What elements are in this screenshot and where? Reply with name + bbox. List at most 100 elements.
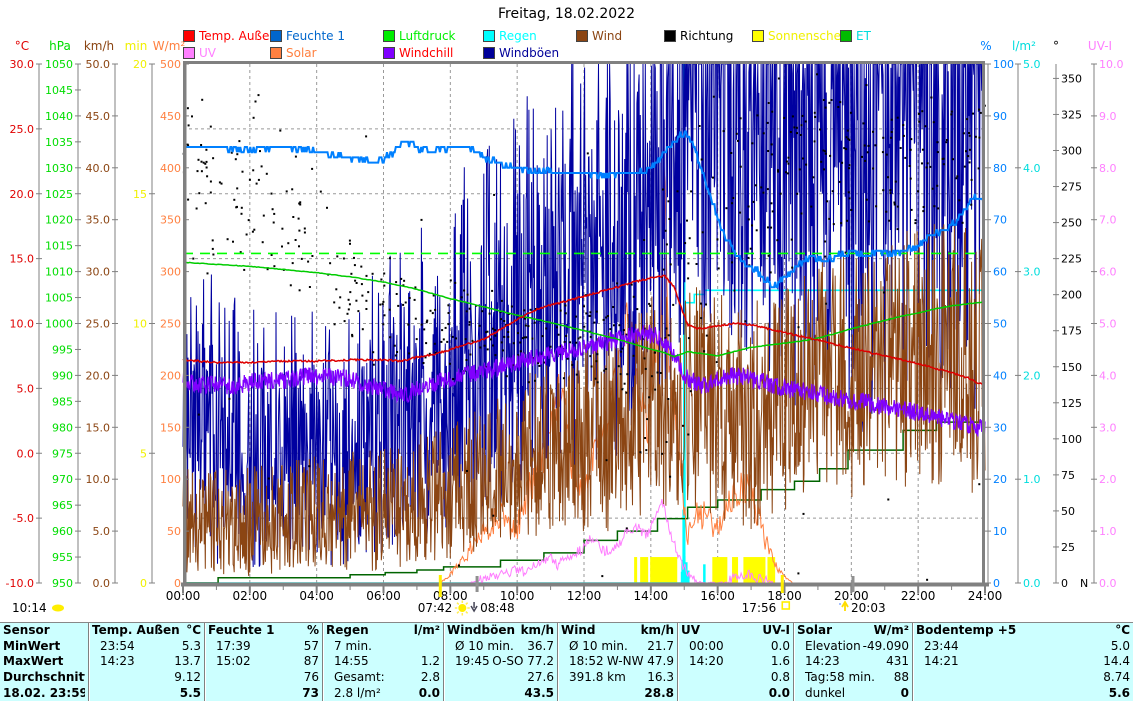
richtung-dot [487,348,489,350]
tick-label: 990 [52,369,73,382]
richtung-dot [601,575,603,577]
table-cell: 9.12 [92,670,201,686]
richtung-dot [788,163,790,165]
richtung-dot [943,158,945,160]
richtung-dot [734,290,736,292]
richtung-dot [946,139,948,141]
richtung-dot [937,151,939,153]
richtung-dot [416,338,418,340]
richtung-dot [396,351,398,353]
tick-label: 45.0 [86,110,111,123]
table-column-header: Windböenkm/h [447,623,554,639]
cell-time-label [681,686,689,701]
richtung-dot [471,340,473,342]
richtung-dot [755,184,757,186]
tick-label: 20 [993,473,1007,486]
tick-label: 300 [1061,145,1082,158]
table-column-uv: UVUV-I00:000.014:201.60.80.0 [677,623,793,701]
richtung-dot [847,138,849,140]
cell-value: 43.5 [524,686,554,701]
richtung-dot [888,220,890,222]
richtung-dot [885,211,887,213]
richtung-dot [868,220,870,222]
tick-label: 1.0 [1099,525,1117,538]
richtung-dot [756,229,758,231]
richtung-dot [623,329,625,331]
richtung-dot [751,224,753,226]
tick-label: 2.0 [1023,369,1041,382]
richtung-dot [575,342,577,344]
richtung-dot [565,305,567,307]
richtung-dot [798,326,800,328]
axis-unit-°C: °C [15,39,29,53]
tick-label: 275 [1061,181,1082,194]
richtung-dot [301,258,303,260]
column-unit: km/h [641,623,674,639]
richtung-dot [978,483,980,485]
richtung-dot [791,267,793,269]
richtung-dot [524,336,526,338]
tick-label: 20 [133,58,147,71]
column-unit: W/m² [874,623,909,639]
richtung-dot [882,151,884,153]
richtung-dot [595,378,597,380]
axis-extra-label: N [1080,577,1088,590]
richtung-dot [686,220,688,222]
tick-label: 50 [993,318,1007,331]
cell-value: 1.6 [771,654,790,670]
richtung-dot [739,212,741,214]
richtung-dot [347,313,349,315]
cell-value: 16.3 [647,670,674,686]
richtung-dot [500,318,502,320]
richtung-dot [849,197,851,199]
richtung-dot [644,437,646,439]
cell-time-label [92,670,100,686]
richtung-dot [864,160,866,162]
richtung-dot [796,193,798,195]
tick-label: 8.0 [1099,162,1117,175]
cell-time-label: Elevation [797,639,861,655]
richtung-dot [933,205,935,207]
table-cell: 7 min. [326,639,440,655]
richtung-dot [593,322,595,324]
tick-label: 50 [1061,505,1075,518]
richtung-dot [872,168,874,170]
tick-label: 10 [993,525,1007,538]
richtung-dot [848,167,850,169]
richtung-dot [810,206,812,208]
axis-unit-UV-I: UV-I [1088,39,1112,53]
richtung-dot [968,132,970,134]
richtung-dot [894,204,896,206]
richtung-dot [620,373,622,375]
richtung-dot [326,207,328,209]
tick-label: 20.0 [10,188,35,201]
richtung-dot [589,355,591,357]
richtung-dot [823,168,825,170]
richtung-dot [893,202,895,204]
richtung-dot [304,228,306,230]
tick-label: 950 [52,577,73,590]
richtung-dot [382,303,384,305]
richtung-dot [349,291,351,293]
richtung-dot [875,144,877,146]
richtung-dot [829,155,831,157]
richtung-dot [914,222,916,224]
tick-label: 15.0 [10,253,35,266]
table-cell: 17:3957 [208,639,319,655]
richtung-dot [603,319,605,321]
sunshine-bar [634,557,637,583]
tick-label: 35.0 [86,214,111,227]
table-cell: Elevation-49.090 [797,639,909,655]
richtung-dot [447,304,449,306]
richtung-dot [825,303,827,305]
richtung-dot [556,326,558,328]
richtung-dot [407,324,409,326]
table-cell: 14:2114.4 [916,654,1130,670]
cell-time-label: 14:23 [797,654,840,670]
tick-label: 1035 [45,136,73,149]
richtung-dot [872,131,874,133]
richtung-dot [770,227,772,229]
richtung-dot [361,283,363,285]
cell-value: 0.0 [769,686,790,701]
richtung-dot [380,279,382,281]
